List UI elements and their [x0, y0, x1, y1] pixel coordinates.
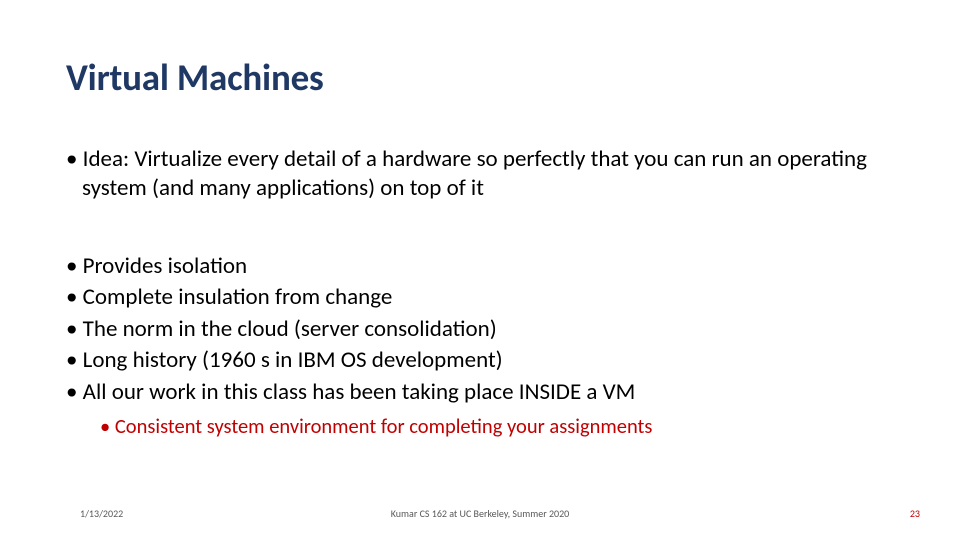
footer-center: Kumar CS 162 at UC Berkeley, Summer 2020 — [0, 507, 960, 520]
footer-page-number: 23 — [910, 507, 920, 520]
bullet-group-2: Provides isolation Complete insulation f… — [66, 252, 910, 407]
bullet-insulation: Complete insulation from change — [66, 283, 910, 312]
bullet-idea: Idea: Virtualize every detail of a hardw… — [66, 145, 910, 204]
slide-title: Virtual Machines — [66, 55, 324, 100]
sub-bullet-consistent-env: Consistent system environment for comple… — [100, 413, 910, 440]
bullet-history: Long history (1960 s in IBM OS developme… — [66, 346, 910, 375]
bullet-class-vm: All our work in this class has been taki… — [66, 378, 910, 407]
slide: Virtual Machines Idea: Virtualize every … — [0, 0, 960, 540]
slide-body: Idea: Virtualize every detail of a hardw… — [66, 145, 910, 440]
slide-footer: 1/13/2022 Kumar CS 162 at UC Berkeley, S… — [0, 502, 960, 520]
bullet-isolation: Provides isolation — [66, 252, 910, 281]
bullet-group-1: Idea: Virtualize every detail of a hardw… — [66, 145, 910, 204]
bullet-cloud: The norm in the cloud (server consolidat… — [66, 315, 910, 344]
